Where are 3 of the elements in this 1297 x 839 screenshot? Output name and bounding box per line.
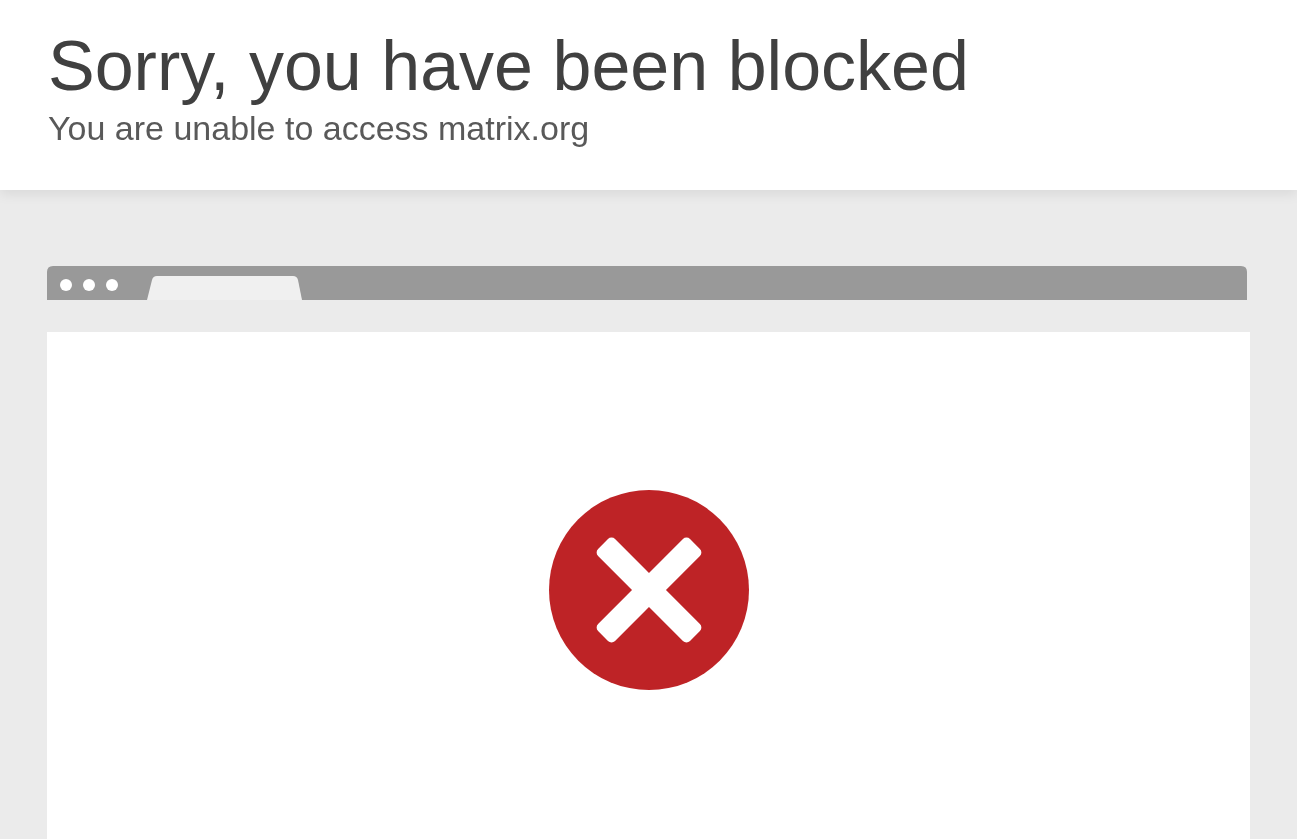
error-x-icon <box>548 490 749 690</box>
page-title: Sorry, you have been blocked <box>48 26 969 107</box>
page-subtitle: You are unable to access matrix.org <box>48 108 590 148</box>
